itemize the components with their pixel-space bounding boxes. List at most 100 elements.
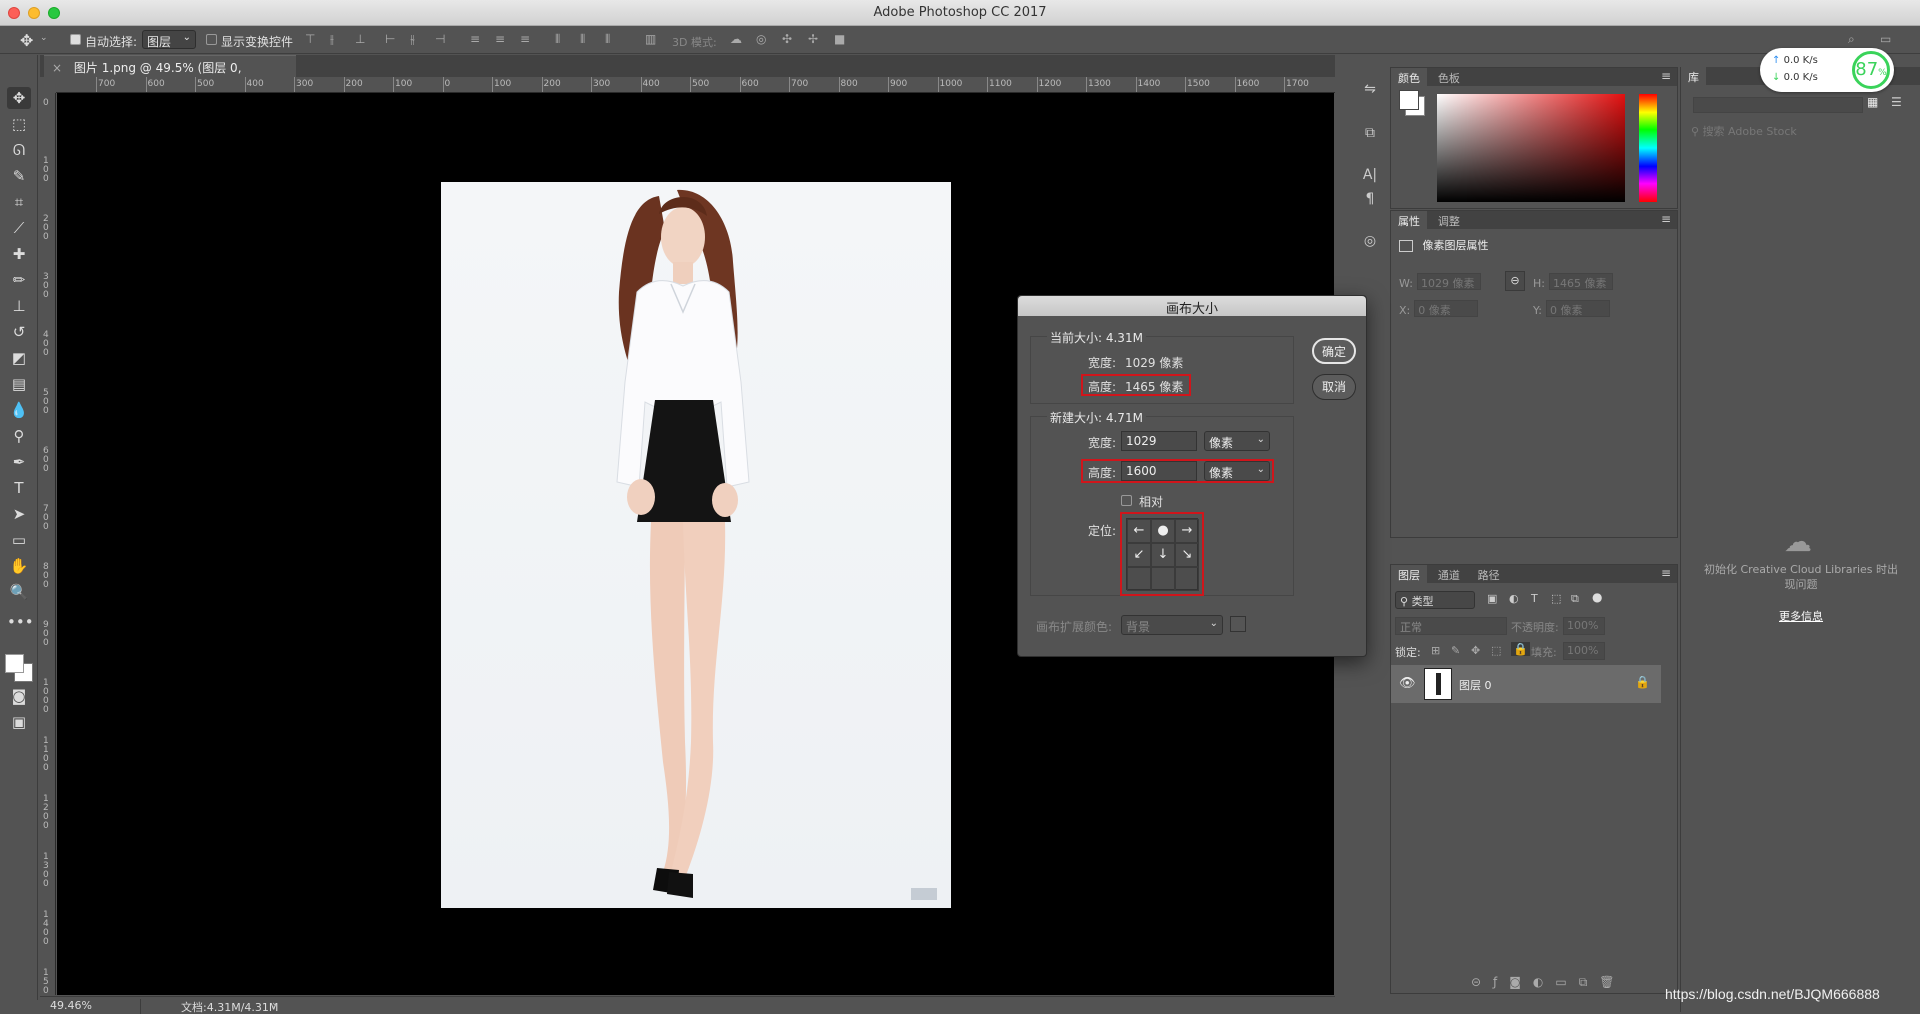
foreground-color-swatch[interactable] [5, 654, 24, 673]
distribute-hcenter-icon[interactable]: ⦀ [580, 32, 594, 46]
search-icon[interactable]: ⌕ [1848, 32, 1862, 46]
filter-smart-object-icon[interactable]: ⧉ [1571, 592, 1579, 606]
blur-tool-icon[interactable]: 💧 [7, 399, 31, 421]
tab-library[interactable]: 库 [1681, 67, 1706, 85]
anchor-cell[interactable]: ↓ [1151, 543, 1175, 567]
workspace-icon[interactable]: ▭ [1880, 32, 1894, 46]
ruler-origin[interactable] [40, 77, 56, 93]
dodge-tool-icon[interactable]: ⚲ [7, 425, 31, 447]
hue-slider[interactable] [1639, 94, 1657, 202]
grid-view-icon[interactable]: ▦ [1867, 95, 1878, 109]
document-tab[interactable]: × 图片 1.png @ 49.5% (图层 0, RGB/8#) * [44, 55, 296, 90]
rectangle-tool-icon[interactable]: ▭ [7, 529, 31, 551]
character-panel-icon[interactable]: A| [1361, 167, 1379, 185]
filter-shape-icon[interactable]: ⬚ [1551, 592, 1561, 605]
filter-type-icon[interactable]: T [1531, 592, 1538, 605]
color-fg-swatch[interactable] [1399, 90, 1419, 110]
new-width-unit-select[interactable]: 像素 ⌄ [1204, 431, 1270, 451]
paragraph-panel-icon[interactable]: ¶ [1361, 191, 1379, 209]
healing-brush-tool-icon[interactable]: ✚ [7, 243, 31, 265]
prop-x-input[interactable]: 0 像素 [1414, 300, 1479, 317]
list-view-icon[interactable]: ☰ [1891, 95, 1902, 109]
align-left-icon[interactable]: ⊢ [385, 32, 399, 46]
slide-3d-icon[interactable]: ✢ [808, 32, 822, 46]
lock-artboard-icon[interactable]: ⬚ [1491, 644, 1501, 657]
tab-adjustments[interactable]: 调整 [1431, 211, 1467, 229]
distribute-bottom-icon[interactable]: ≡ [520, 32, 534, 46]
library-search-input[interactable]: ⚲ 搜索 Adobe Stock [1691, 123, 1905, 139]
anchor-grid[interactable]: ← ● → ↙ ↓ ↘ [1126, 518, 1199, 591]
anchor-cell[interactable]: ● [1151, 519, 1175, 543]
tab-paths[interactable]: 路径 [1471, 565, 1507, 583]
anchor-cell[interactable] [1175, 567, 1199, 591]
anchor-cell[interactable] [1151, 567, 1175, 591]
tab-layers[interactable]: 图层 [1391, 565, 1427, 583]
auto-select-checkbox[interactable] [70, 34, 81, 45]
history-panel-icon[interactable]: ⇋ [1361, 81, 1379, 99]
layer-row[interactable]: 👁 图层 0 🔒 [1391, 665, 1661, 703]
close-tab-icon[interactable]: × [52, 61, 62, 75]
horizontal-ruler[interactable]: 700 600 500 400 300 200 100 0 100 200 300 400 500 600… [56, 77, 1335, 93]
quick-select-tool-icon[interactable]: ✎ [7, 165, 31, 187]
zoom-tool-icon[interactable]: 🔍 [7, 581, 31, 603]
align-top-icon[interactable]: ⊤ [305, 32, 319, 46]
crop-tool-icon[interactable]: ⌗ [7, 191, 31, 213]
distribute-left-icon[interactable]: ⦀ [555, 32, 569, 46]
eraser-tool-icon[interactable]: ◩ [7, 347, 31, 369]
anchor-cell[interactable] [1127, 567, 1151, 591]
history-brush-tool-icon[interactable]: ↺ [7, 321, 31, 343]
new-height-unit-select[interactable]: 像素 ⌄ [1204, 461, 1270, 481]
eye-icon[interactable]: 👁 [1399, 676, 1416, 691]
cancel-button[interactable]: 取消 [1312, 374, 1356, 400]
filter-adjustment-icon[interactable]: ◐ [1509, 592, 1519, 605]
new-height-input[interactable]: 1600 [1121, 461, 1197, 481]
anchor-cell[interactable]: ↘ [1175, 543, 1199, 567]
prop-h-input[interactable]: 1465 像素 [1548, 273, 1613, 290]
clone-source-icon[interactable]: ⧉ [1361, 125, 1379, 143]
tab-swatches[interactable]: 色板 [1431, 68, 1467, 86]
vertical-ruler[interactable]: 0 100 200 300 400 500 600 700 800 900 1000 1100 1200… [40, 93, 56, 995]
quick-mask-icon[interactable]: ◙ [7, 685, 31, 707]
clone-stamp-tool-icon[interactable]: ⊥ [7, 295, 31, 317]
move-tool-preset-icon[interactable]: ✥ [20, 31, 33, 50]
status-menu-arrow-icon[interactable]: › [272, 998, 277, 1012]
orbit-3d-icon[interactable]: ☁ [730, 32, 744, 46]
roll-3d-icon[interactable]: ◎ [756, 32, 770, 46]
library-dropdown[interactable] [1693, 97, 1863, 113]
eyedropper-tool-icon[interactable]: ⟋ [7, 217, 31, 239]
filter-pixel-icon[interactable]: ▣ [1487, 592, 1497, 605]
brush-tool-icon[interactable]: ✏ [7, 269, 31, 291]
new-width-input[interactable]: 1029 [1121, 431, 1197, 451]
filter-toggle-icon[interactable]: ● [1592, 590, 1602, 604]
align-hcenter-icon[interactable]: ⫳ [410, 32, 424, 46]
type-tool-icon[interactable]: T [7, 477, 31, 499]
align-right-icon[interactable]: ⊣ [435, 32, 449, 46]
lock-all-icon[interactable]: 🔒 [1511, 642, 1530, 656]
extension-color-swatch[interactable] [1230, 616, 1246, 632]
auto-align-icon[interactable]: ▥ [645, 32, 659, 46]
anchor-cell[interactable]: ↙ [1127, 543, 1151, 567]
prop-w-input[interactable]: 1029 像素 [1416, 273, 1481, 290]
screen-mode-icon[interactable]: ▣ [7, 711, 31, 733]
panel-menu-icon[interactable]: ≡ [1661, 566, 1671, 580]
scale-3d-icon[interactable]: ■ [834, 32, 848, 46]
marquee-tool-icon[interactable]: ⬚ [7, 113, 31, 135]
tab-channels[interactable]: 通道 [1431, 565, 1467, 583]
show-transform-checkbox[interactable] [206, 34, 217, 45]
hand-tool-icon[interactable]: ✋ [7, 555, 31, 577]
move-tool-icon[interactable]: ✥ [7, 87, 31, 109]
anchor-cell[interactable]: → [1175, 519, 1199, 543]
ok-button[interactable]: 确定 [1312, 338, 1356, 364]
zoom-level[interactable]: 49.46% [50, 999, 92, 1012]
more-tools-icon[interactable]: ••• [7, 611, 34, 633]
opacity-input[interactable]: 100% [1563, 617, 1605, 635]
drag-3d-icon[interactable]: ✣ [782, 32, 796, 46]
align-bottom-icon[interactable]: ⊥ [355, 32, 369, 46]
pen-tool-icon[interactable]: ✒ [7, 451, 31, 473]
anchor-cell[interactable]: ← [1127, 519, 1151, 543]
distribute-vcenter-icon[interactable]: ≡ [495, 32, 509, 46]
chevron-down-icon[interactable]: ⌄ [40, 33, 48, 43]
distribute-top-icon[interactable]: ≡ [470, 32, 484, 46]
prop-y-input[interactable]: 0 像素 [1545, 300, 1610, 317]
link-icon[interactable]: ⊖ [1505, 271, 1525, 291]
